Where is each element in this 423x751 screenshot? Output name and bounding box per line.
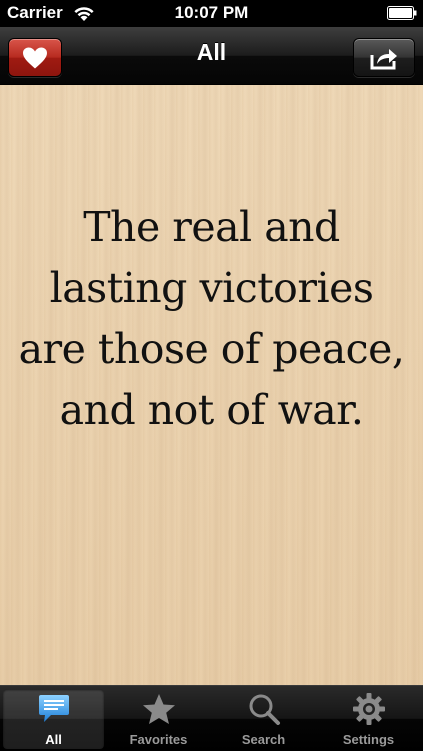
tab-favorites[interactable]: Favorites bbox=[108, 689, 209, 749]
tab-label-search: Search bbox=[241, 732, 286, 747]
tab-settings[interactable]: Settings bbox=[318, 689, 419, 749]
navigation-bar: All bbox=[0, 27, 423, 85]
tab-search[interactable]: Search bbox=[213, 689, 314, 749]
tab-bar: All Favorites Search Settings bbox=[0, 685, 423, 751]
chat-bubble-icon bbox=[38, 695, 69, 722]
quote-card: The real and lasting victories are those… bbox=[0, 85, 423, 685]
tab-label-settings: Settings bbox=[342, 732, 395, 747]
share-button[interactable] bbox=[353, 38, 415, 77]
magnifier-icon bbox=[249, 694, 280, 725]
tab-all[interactable]: All bbox=[3, 689, 104, 749]
gear-icon bbox=[352, 693, 385, 725]
quote-text: The real and lasting victories are those… bbox=[18, 203, 405, 434]
tab-label-favorites: Favorites bbox=[129, 732, 188, 747]
share-icon bbox=[370, 48, 397, 69]
status-time: 10:07 PM bbox=[174, 3, 249, 22]
star-icon bbox=[142, 694, 175, 724]
tab-label-all: All bbox=[45, 732, 62, 747]
battery-icon bbox=[387, 6, 417, 20]
status-bar: Carrier 10:07 PM bbox=[0, 0, 423, 27]
